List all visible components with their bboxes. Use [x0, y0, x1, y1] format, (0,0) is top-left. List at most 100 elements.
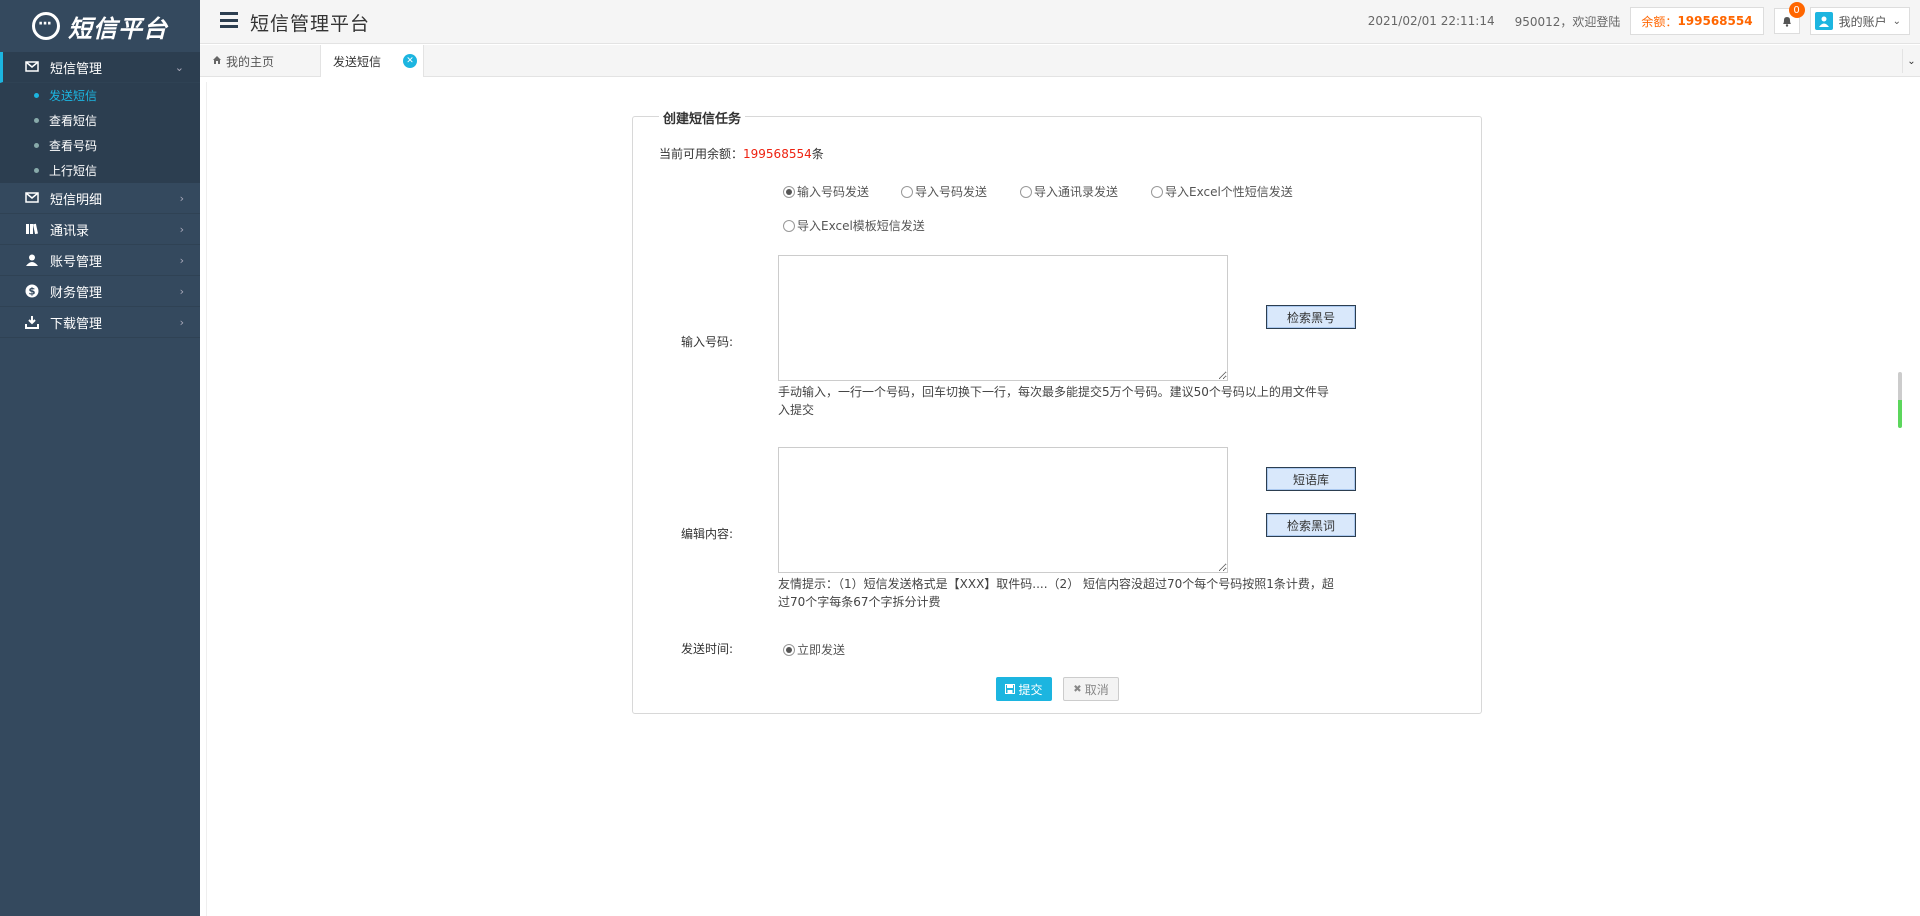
menu-label: 下载管理 [50, 316, 103, 332]
radio-import-contacts[interactable]: 导入通讯录发送 [1020, 183, 1118, 200]
logo[interactable]: 短信平台 [0, 0, 200, 52]
top-header: 短信管理平台 2021/02/01 22:11:14 950012，欢迎登陆 余… [200, 0, 1920, 44]
menu-label: 账号管理 [50, 254, 103, 270]
submenu-sms: 发送短信 查看短信 查看号码 上行短信 [0, 83, 200, 183]
bell-icon [1782, 17, 1791, 27]
submenu-item-send-sms[interactable]: 发送短信 [0, 83, 200, 108]
chevron-right-icon: › [179, 191, 184, 205]
tab-send-sms[interactable]: 发送短信 ✕ [320, 45, 424, 77]
chevron-down-icon: ⌄ [1892, 15, 1901, 27]
radio-import-numbers[interactable]: 导入号码发送 [901, 183, 987, 200]
bullet-icon [34, 118, 39, 123]
bullet-icon [34, 143, 39, 148]
radio-icon [1020, 185, 1032, 198]
content-label: 编辑内容: [680, 527, 733, 541]
content-textarea[interactable] [778, 447, 1228, 573]
submit-label: 提交 [1018, 682, 1043, 697]
page-title: 短信管理平台 [250, 13, 371, 35]
numbers-textarea[interactable] [778, 255, 1228, 381]
submit-button[interactable]: 提交 [996, 677, 1052, 701]
menu-sms-detail[interactable]: 短信明细 › [0, 183, 200, 214]
chevron-right-icon: › [179, 222, 184, 236]
menu-download[interactable]: 下载管理 › [0, 307, 200, 338]
notification-count: 0 [1788, 2, 1805, 18]
radio-send-now[interactable]: 立即发送 [783, 641, 845, 658]
tab-label: 发送短信 [333, 54, 382, 69]
radio-icon [901, 185, 913, 198]
tab-home[interactable]: 我的主页 [208, 45, 320, 77]
balance-prefix: 当前可用余额： [659, 147, 744, 161]
svg-text:$: $ [29, 287, 36, 298]
radio-import-excel-template[interactable]: 导入Excel模板短信发送 [783, 217, 925, 234]
menu-account[interactable]: 账号管理 › [0, 245, 200, 276]
tab-dropdown-button[interactable]: ⌄ [1902, 49, 1920, 73]
cancel-label: 取消 [1084, 682, 1109, 697]
contacts-icon [24, 222, 40, 236]
save-icon [1005, 684, 1016, 694]
user-icon [24, 253, 40, 267]
radio-icon [783, 219, 795, 232]
account-label: 我的账户 [1838, 14, 1887, 29]
download-icon [24, 315, 40, 329]
account-dropdown[interactable]: 我的账户 ⌄ [1809, 7, 1910, 35]
submenu-item-view-sms[interactable]: 查看短信 [0, 108, 200, 133]
radio-icon [1151, 185, 1163, 198]
menu-label: 短信明细 [50, 192, 103, 208]
content-hint: 友情提示：（1）短信发送格式是【XXX】取件码....（2） 短信内容没超过70… [778, 577, 1334, 609]
chat-bubble-icon [32, 12, 60, 40]
create-task-fieldset: 创建短信任务 当前可用余额：199568554条 输入号码发送 导入号码发送 导… [632, 108, 1482, 714]
chevron-right-icon: › [179, 284, 184, 298]
notification-button[interactable]: 0 [1773, 2, 1805, 34]
balance-unit: 条 [811, 147, 824, 161]
menu-group-sms: 短信管理 ⌄ 发送短信 查看短信 查看号码 上行短信 短信明细 › 通讯录 › [0, 52, 200, 338]
dollar-icon: $ [24, 284, 40, 298]
menu-sms-management[interactable]: 短信管理 ⌄ [0, 52, 200, 83]
header-right: 2021/02/01 22:11:14 950012，欢迎登陆 余额： 1995… [1368, 2, 1910, 35]
radio-label: 立即发送 [797, 643, 846, 657]
check-blacklist-number-button[interactable]: 检索黑号 [1266, 305, 1356, 329]
numbers-label: 输入号码: [680, 335, 733, 349]
menu-label: 短信管理 [50, 61, 103, 77]
submenu-label: 发送短信 [49, 89, 98, 103]
menu-label: 通讯录 [50, 223, 90, 239]
submenu-item-view-numbers[interactable]: 查看号码 [0, 133, 200, 158]
logo-text: 短信平台 [68, 14, 168, 43]
bullet-icon [34, 93, 39, 98]
menu-toggle-icon[interactable] [220, 12, 238, 28]
tab-bar: 我的主页 发送短信 ✕ ⌄ [200, 45, 1920, 77]
menu-finance[interactable]: $ 财务管理 › [0, 276, 200, 307]
tab-label: 我的主页 [226, 54, 275, 69]
double-chevron-down-icon: ⌄ [1907, 55, 1916, 67]
close-icon[interactable]: ✕ [403, 54, 417, 68]
phrase-library-button[interactable]: 短语库 [1266, 467, 1356, 491]
chevron-right-icon: › [179, 253, 184, 267]
submenu-item-uplink-sms[interactable]: 上行短信 [0, 158, 200, 183]
radio-import-excel-personal[interactable]: 导入Excel个性短信发送 [1151, 183, 1293, 200]
menu-contacts[interactable]: 通讯录 › [0, 214, 200, 245]
radio-checked-icon [783, 643, 795, 656]
submenu-label: 查看号码 [49, 139, 98, 153]
radio-label: 输入号码发送 [797, 185, 870, 199]
radio-label: 导入号码发送 [915, 185, 988, 199]
radio-label: 导入通讯录发送 [1034, 185, 1119, 199]
sidebar: 短信平台 短信管理 ⌄ 发送短信 查看短信 查看号码 上行短信 短信明细 › [0, 0, 200, 916]
send-time-label: 发送时间: [680, 642, 733, 656]
menu-label: 财务管理 [50, 285, 103, 301]
radio-label: 导入Excel模板短信发送 [797, 219, 925, 233]
home-icon [212, 54, 222, 68]
submenu-label: 上行短信 [49, 164, 98, 178]
bullet-icon [34, 168, 39, 173]
available-balance: 当前可用余额：199568554条 [659, 145, 824, 162]
balance-label: 余额： [1641, 14, 1678, 29]
radio-label: 导入Excel个性短信发送 [1165, 185, 1293, 199]
scrollbar[interactable] [1898, 372, 1902, 428]
fieldset-legend: 创建短信任务 [659, 108, 746, 127]
radio-input-numbers[interactable]: 输入号码发送 [783, 183, 869, 200]
balance-badge[interactable]: 余额： 199568554 [1630, 7, 1764, 35]
radio-checked-icon [783, 185, 795, 198]
cancel-button[interactable]: ✖ 取消 [1063, 677, 1119, 701]
balance-value: 199568554 [1677, 14, 1753, 28]
chevron-down-icon: ⌄ [174, 60, 184, 74]
avatar [1814, 12, 1833, 30]
check-blacklist-word-button[interactable]: 检索黑词 [1266, 513, 1356, 537]
